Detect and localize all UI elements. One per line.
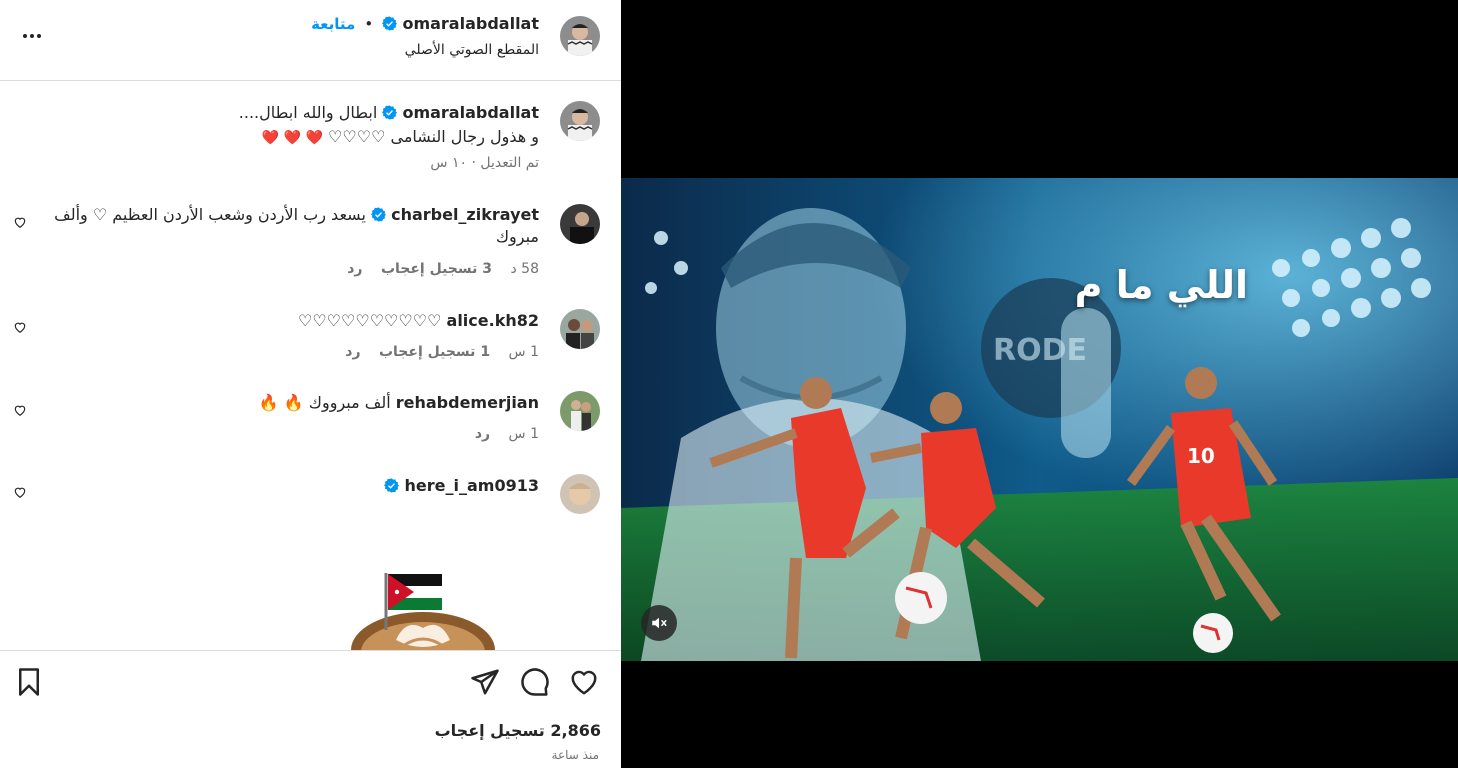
reply-button[interactable]: رد — [345, 344, 360, 360]
comment-text: ♡♡♡♡♡♡♡♡♡♡ — [297, 311, 442, 330]
audio-label[interactable]: المقطع الصوتي الأصلي — [405, 42, 539, 58]
comment-text: يسعد رب الأردن وشعب الأردن العظيم ♡ وألف — [54, 205, 366, 224]
avatar-image — [560, 101, 600, 141]
comment-time: 1 س — [508, 344, 539, 360]
post-actions-bar: 2,866 تسجيل إعجاب منذ ساعة — [0, 650, 621, 768]
caption-text-line-2: و هذول رجال النشامى ♡♡♡♡ — [328, 127, 539, 146]
dot-icon — [23, 34, 27, 38]
post-side-panel: omaralabdallat • متابعة المقطع الصوتي ال… — [0, 0, 621, 768]
posted-time: منذ ساعة — [551, 748, 599, 762]
comment-avatar[interactable] — [560, 204, 600, 244]
comment-avatar[interactable] — [560, 391, 600, 431]
likes-count[interactable]: 2,866 تسجيل إعجاب — [435, 721, 601, 740]
header-separator: • — [364, 15, 374, 33]
avatar-image — [560, 16, 600, 56]
verified-badge-icon — [382, 16, 398, 31]
comment-username[interactable]: here_i_am0913 — [405, 476, 539, 495]
comment-time: 58 د — [510, 261, 539, 277]
jersey-number: 10 — [1187, 444, 1215, 468]
comment-text: مبروك — [495, 227, 539, 246]
comment-row-4: here_i_am0913 — [384, 475, 539, 497]
header-username[interactable]: omaralabdallat — [402, 14, 539, 33]
reply-button[interactable]: رد — [347, 261, 362, 277]
comment-row-3: rehabdemerjian ألف مبرووك 🔥 🔥 — [259, 392, 539, 414]
verified-badge-icon — [370, 207, 386, 222]
caption-text-line-1: ابطال والله ابطال.... — [238, 103, 378, 122]
comment-row-2: alice.kh82 ♡♡♡♡♡♡♡♡♡♡ — [298, 310, 539, 332]
comment-row-1: charbel_zikrayet يسعد رب الأردن وشعب الأ… — [39, 204, 539, 248]
comment-likes[interactable]: 3 تسجيل إعجاب — [381, 261, 492, 277]
caption-avatar[interactable] — [560, 101, 600, 141]
fire-emoji: 🔥 🔥 — [258, 393, 304, 412]
caption-meta: تم التعديل · ١٠ س — [430, 155, 539, 171]
reply-button[interactable]: رد — [475, 426, 490, 442]
comment-avatar[interactable] — [560, 474, 600, 514]
avatar-image — [560, 204, 600, 244]
comment-username[interactable]: charbel_zikrayet — [391, 205, 539, 224]
post-header: omaralabdallat • متابعة المقطع الصوتي ال… — [0, 0, 621, 81]
mute-toggle-button[interactable] — [641, 605, 677, 641]
like-comment-heart-icon[interactable] — [13, 403, 27, 417]
avatar-image — [560, 391, 600, 431]
red-hearts-emoji: ❤️ ❤️ ❤️ — [261, 130, 323, 146]
dot-icon — [37, 34, 41, 38]
comment-text: ألف مبرووك — [308, 393, 391, 412]
follow-button[interactable]: متابعة — [311, 15, 355, 33]
comment-time: 1 س — [508, 426, 539, 442]
avatar-image — [560, 309, 600, 349]
speaker-muted-icon — [652, 617, 667, 629]
like-heart-icon[interactable] — [569, 667, 599, 697]
comment-likes[interactable]: 1 تسجيل إعجاب — [379, 344, 490, 360]
comment-username[interactable]: rehabdemerjian — [396, 393, 539, 412]
comment-meta: 1 س رد — [461, 426, 539, 442]
comment-username[interactable]: alice.kh82 — [447, 311, 539, 330]
like-comment-heart-icon[interactable] — [13, 485, 27, 499]
like-comment-heart-icon[interactable] — [13, 215, 27, 229]
header-user-line: omaralabdallat • متابعة — [311, 14, 539, 33]
mic-brand-text: RODE — [993, 333, 1087, 368]
header-avatar[interactable] — [560, 16, 600, 56]
dot-icon — [30, 34, 34, 38]
avatar-image — [560, 474, 600, 514]
reel-video[interactable]: RODE 10 اللي ما م — [621, 178, 1458, 661]
verified-badge-icon — [384, 478, 400, 493]
like-comment-heart-icon[interactable] — [13, 320, 27, 334]
video-overlay-text: اللي ما م — [1074, 263, 1248, 307]
comment-meta: 1 س 1 تسجيل إعجاب رد — [331, 344, 539, 360]
verified-badge-icon — [382, 105, 398, 120]
jordan-flag-coffee-sticker — [351, 573, 495, 650]
comment-meta: 58 د 3 تسجيل إعجاب رد — [333, 261, 539, 277]
comment-bubble-icon[interactable] — [520, 667, 550, 697]
caption-line-2: و هذول رجال النشامى ♡♡♡♡ ❤️ ❤️ ❤️ — [262, 126, 539, 149]
more-options-button[interactable] — [18, 24, 46, 48]
share-send-icon[interactable] — [470, 667, 500, 697]
video-frame-image: RODE 10 — [621, 178, 1458, 661]
media-viewer: RODE 10 اللي ما م — [621, 0, 1458, 768]
save-bookmark-icon[interactable] — [14, 667, 44, 697]
caption-line-1: omaralabdallat ابطال والله ابطال.... — [239, 102, 539, 124]
caption-username[interactable]: omaralabdallat — [402, 103, 539, 122]
comment-avatar[interactable] — [560, 309, 600, 349]
